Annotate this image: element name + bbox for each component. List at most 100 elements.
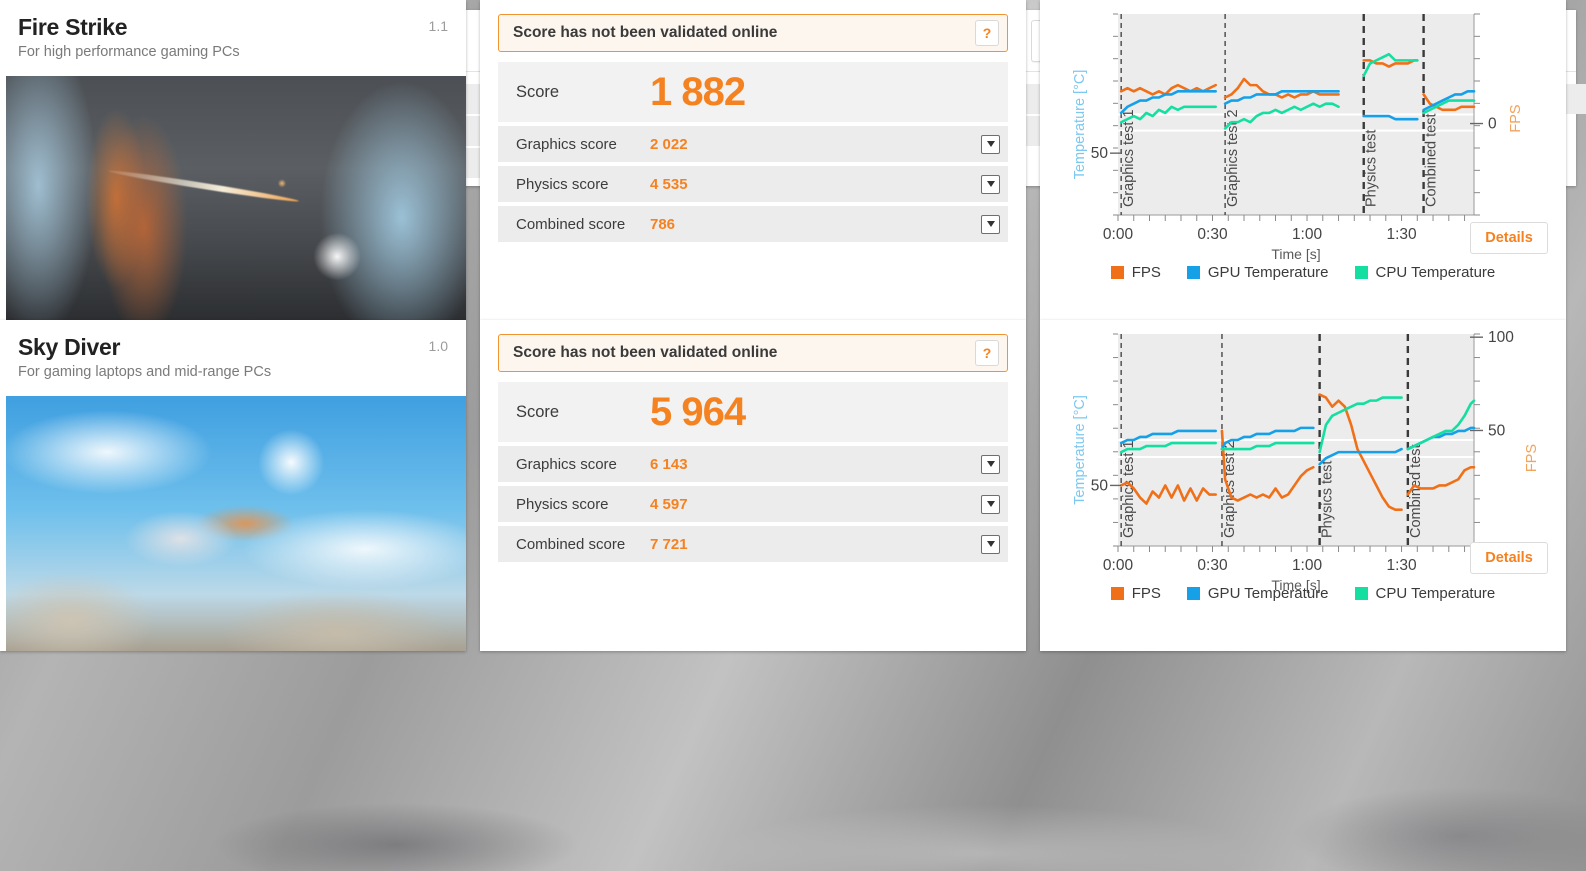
svg-text:Combined test: Combined test: [1424, 114, 1440, 208]
sky-diver-artwork: [6, 396, 466, 651]
score-label: Combined score: [516, 535, 626, 553]
chevron-down-icon: [986, 541, 995, 547]
score-value: 786: [650, 215, 676, 233]
expand-row-button[interactable]: [981, 174, 1000, 194]
svg-text:1:30: 1:30: [1386, 557, 1417, 574]
svg-text:0:00: 0:00: [1103, 226, 1134, 243]
score-value: 7 721: [650, 535, 688, 553]
benchmark-preview-fire-strike: Fire Strike For high performance gaming …: [0, 0, 466, 320]
expand-row-button[interactable]: [981, 534, 1000, 554]
svg-text:Temperature [°C]: Temperature [°C]: [1072, 70, 1088, 180]
score-label: Graphics score: [516, 135, 617, 153]
chevron-down-icon: [986, 181, 995, 187]
svg-text:100: 100: [1488, 329, 1514, 346]
legend-item-gpu-temperature: GPU Temperature: [1186, 264, 1329, 281]
score-label: Graphics score: [516, 455, 617, 473]
chart-legend: FPS GPU Temperature CPU Temperature: [1040, 585, 1566, 602]
benchmark-card-fire-strike: Fire Strike For high performance gaming …: [0, 0, 1566, 320]
legend-item-cpu-temperature: CPU Temperature: [1354, 585, 1496, 602]
validation-text: Score has not been validated online: [513, 24, 778, 41]
svg-text:Time [s]: Time [s]: [1271, 246, 1320, 262]
benchmark-thumbnail: [6, 76, 466, 320]
benchmark-chart-fire-strike: Graphics test 1 Graphics test 2 Physics te…: [1040, 0, 1566, 320]
legend-label: GPU Temperature: [1207, 264, 1329, 281]
benchmark-header: Fire Strike For high performance gaming …: [0, 0, 466, 68]
expand-row-button[interactable]: [981, 214, 1000, 234]
svg-text:1:30: 1:30: [1386, 226, 1417, 243]
validation-banner: Score has not been validated online ?: [498, 14, 1008, 52]
physics-score-row: Physics score 4 597: [498, 486, 1008, 522]
app-root: Run details Load Save View run details ❯…: [0, 0, 1586, 871]
benchmark-card-sky-diver: Sky Diver For gaming laptops and mid-ran…: [0, 320, 1566, 651]
total-score-value: 1 882: [650, 69, 746, 114]
svg-text:1:00: 1:00: [1292, 226, 1323, 243]
legend-swatch-cpu-temperature: [1354, 587, 1368, 600]
graphics-score-row: Graphics score 6 143: [498, 446, 1008, 482]
svg-text:0:30: 0:30: [1197, 557, 1228, 574]
details-button[interactable]: Details: [1470, 222, 1548, 254]
score-value: 4 535: [650, 175, 688, 193]
svg-text:0:00: 0:00: [1103, 557, 1134, 574]
legend-swatch-fps: [1110, 587, 1124, 600]
help-icon[interactable]: ?: [975, 340, 999, 366]
total-score-label: Score: [516, 402, 560, 421]
benchmark-thumbnail: [6, 396, 466, 651]
score-label: Physics score: [516, 495, 609, 513]
total-score-row: Score 5 964: [498, 382, 1008, 442]
svg-text:FPS: FPS: [1508, 104, 1524, 132]
help-icon[interactable]: ?: [975, 20, 999, 46]
svg-text:FPS: FPS: [1524, 444, 1540, 472]
svg-text:0: 0: [1488, 116, 1497, 133]
svg-text:Graphics test 2: Graphics test 2: [1225, 109, 1241, 207]
validation-banner: Score has not been validated online ?: [498, 334, 1008, 372]
benchmark-scores-sky-diver: Score has not been validated online ? Sc…: [480, 320, 1026, 651]
graphics-score-row: Graphics score 2 022: [498, 126, 1008, 162]
benchmark-chart-sky-diver: Graphics test 1 Graphics test 2 Physics te…: [1040, 320, 1566, 651]
details-button[interactable]: Details: [1470, 542, 1548, 574]
score-value: 2 022: [650, 135, 688, 153]
svg-text:0:30: 0:30: [1197, 226, 1228, 243]
benchmark-scores-fire-strike: Score has not been validated online ? Sc…: [480, 0, 1026, 320]
chevron-down-icon: [986, 221, 995, 227]
svg-text:1:00: 1:00: [1292, 557, 1323, 574]
benchmark-header: Sky Diver For gaming laptops and mid-ran…: [0, 320, 466, 388]
expand-row-button[interactable]: [981, 494, 1000, 514]
benchmark-version: 1.1: [428, 18, 448, 34]
legend-swatch-fps: [1110, 266, 1124, 279]
fire-strike-artwork: [6, 76, 466, 320]
benchmark-version: 1.0: [428, 338, 448, 354]
chevron-down-icon: [986, 461, 995, 467]
legend-swatch-cpu-temperature: [1354, 266, 1368, 279]
legend-item-fps: FPS: [1110, 264, 1161, 281]
legend-item-fps: FPS: [1110, 585, 1161, 602]
expand-row-button[interactable]: [981, 454, 1000, 474]
score-value: 6 143: [650, 455, 688, 473]
benchmark-name: Fire Strike: [18, 14, 128, 40]
score-label: Physics score: [516, 175, 609, 193]
legend-swatch-gpu-temperature: [1186, 587, 1200, 600]
svg-text:Physics test: Physics test: [1320, 461, 1336, 538]
benchmark-preview-sky-diver: Sky Diver For gaming laptops and mid-ran…: [0, 320, 466, 651]
score-value: 4 597: [650, 495, 688, 513]
svg-text:Temperature [°C]: Temperature [°C]: [1072, 395, 1088, 505]
total-score-label: Score: [516, 82, 560, 101]
svg-text:50: 50: [1091, 145, 1109, 162]
validation-text: Score has not been validated online: [513, 344, 778, 361]
legend-swatch-gpu-temperature: [1186, 266, 1200, 279]
svg-text:Physics test: Physics test: [1364, 130, 1380, 207]
score-label: Combined score: [516, 215, 626, 233]
total-score-value: 5 964: [650, 389, 746, 434]
total-score-row: Score 1 882: [498, 62, 1008, 122]
legend-label: CPU Temperature: [1375, 585, 1496, 602]
chevron-down-icon: [986, 141, 995, 147]
expand-row-button[interactable]: [981, 134, 1000, 154]
legend-label: FPS: [1131, 585, 1161, 602]
legend-label: FPS: [1131, 264, 1161, 281]
combined-score-row: Combined score 786: [498, 206, 1008, 242]
chevron-down-icon: [986, 501, 995, 507]
svg-text:50: 50: [1488, 422, 1506, 439]
physics-score-row: Physics score 4 535: [498, 166, 1008, 202]
svg-text:Graphics test 1: Graphics test 1: [1121, 109, 1137, 207]
benchmark-name: Sky Diver: [18, 334, 121, 360]
svg-text:50: 50: [1091, 477, 1109, 494]
